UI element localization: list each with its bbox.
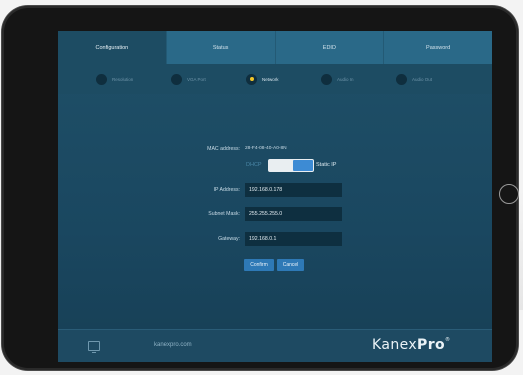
website-link[interactable]: kanexpro.com xyxy=(154,342,192,348)
brand-pro: Pro xyxy=(417,337,446,353)
gateway-field[interactable]: 192.168.0.1 xyxy=(245,232,342,246)
cancel-button[interactable]: Cancel xyxy=(277,259,304,271)
mac-address-value: 28-F4-08-40-A0-8N xyxy=(245,146,287,151)
ip-address-field[interactable]: 192.168.0.178 xyxy=(245,183,342,197)
device-screen: Configuration Status EDID Password Resol… xyxy=(58,31,492,362)
dhcp-static-toggle[interactable] xyxy=(268,159,314,172)
monitor-icon[interactable] xyxy=(88,341,100,353)
static-ip-label: Static IP xyxy=(316,162,337,168)
confirm-button[interactable]: Confirm xyxy=(244,259,274,271)
ip-address-label: IP Address: xyxy=(213,187,240,193)
brand-kanex: Kanex xyxy=(372,337,418,353)
gateway-label: Gateway: xyxy=(218,236,240,242)
kanexpro-logo: KanexPro® xyxy=(372,337,450,353)
dhcp-label: DHCP xyxy=(246,162,262,168)
toggle-knob xyxy=(293,160,313,171)
tablet-frame: Configuration Status EDID Password Resol… xyxy=(2,6,519,370)
mac-address-label: MAC address: xyxy=(207,146,240,152)
subnet-mask-field[interactable]: 255.255.255.0 xyxy=(245,207,342,221)
footer-bar: kanexpro.com KanexPro® xyxy=(58,329,492,362)
home-button[interactable] xyxy=(499,184,519,204)
brand-registered-mark: ® xyxy=(445,337,451,343)
network-form: MAC address: 28-F4-08-40-A0-8N DHCP Stat… xyxy=(58,31,492,331)
subnet-mask-label: Subnet Mask: xyxy=(208,211,240,217)
